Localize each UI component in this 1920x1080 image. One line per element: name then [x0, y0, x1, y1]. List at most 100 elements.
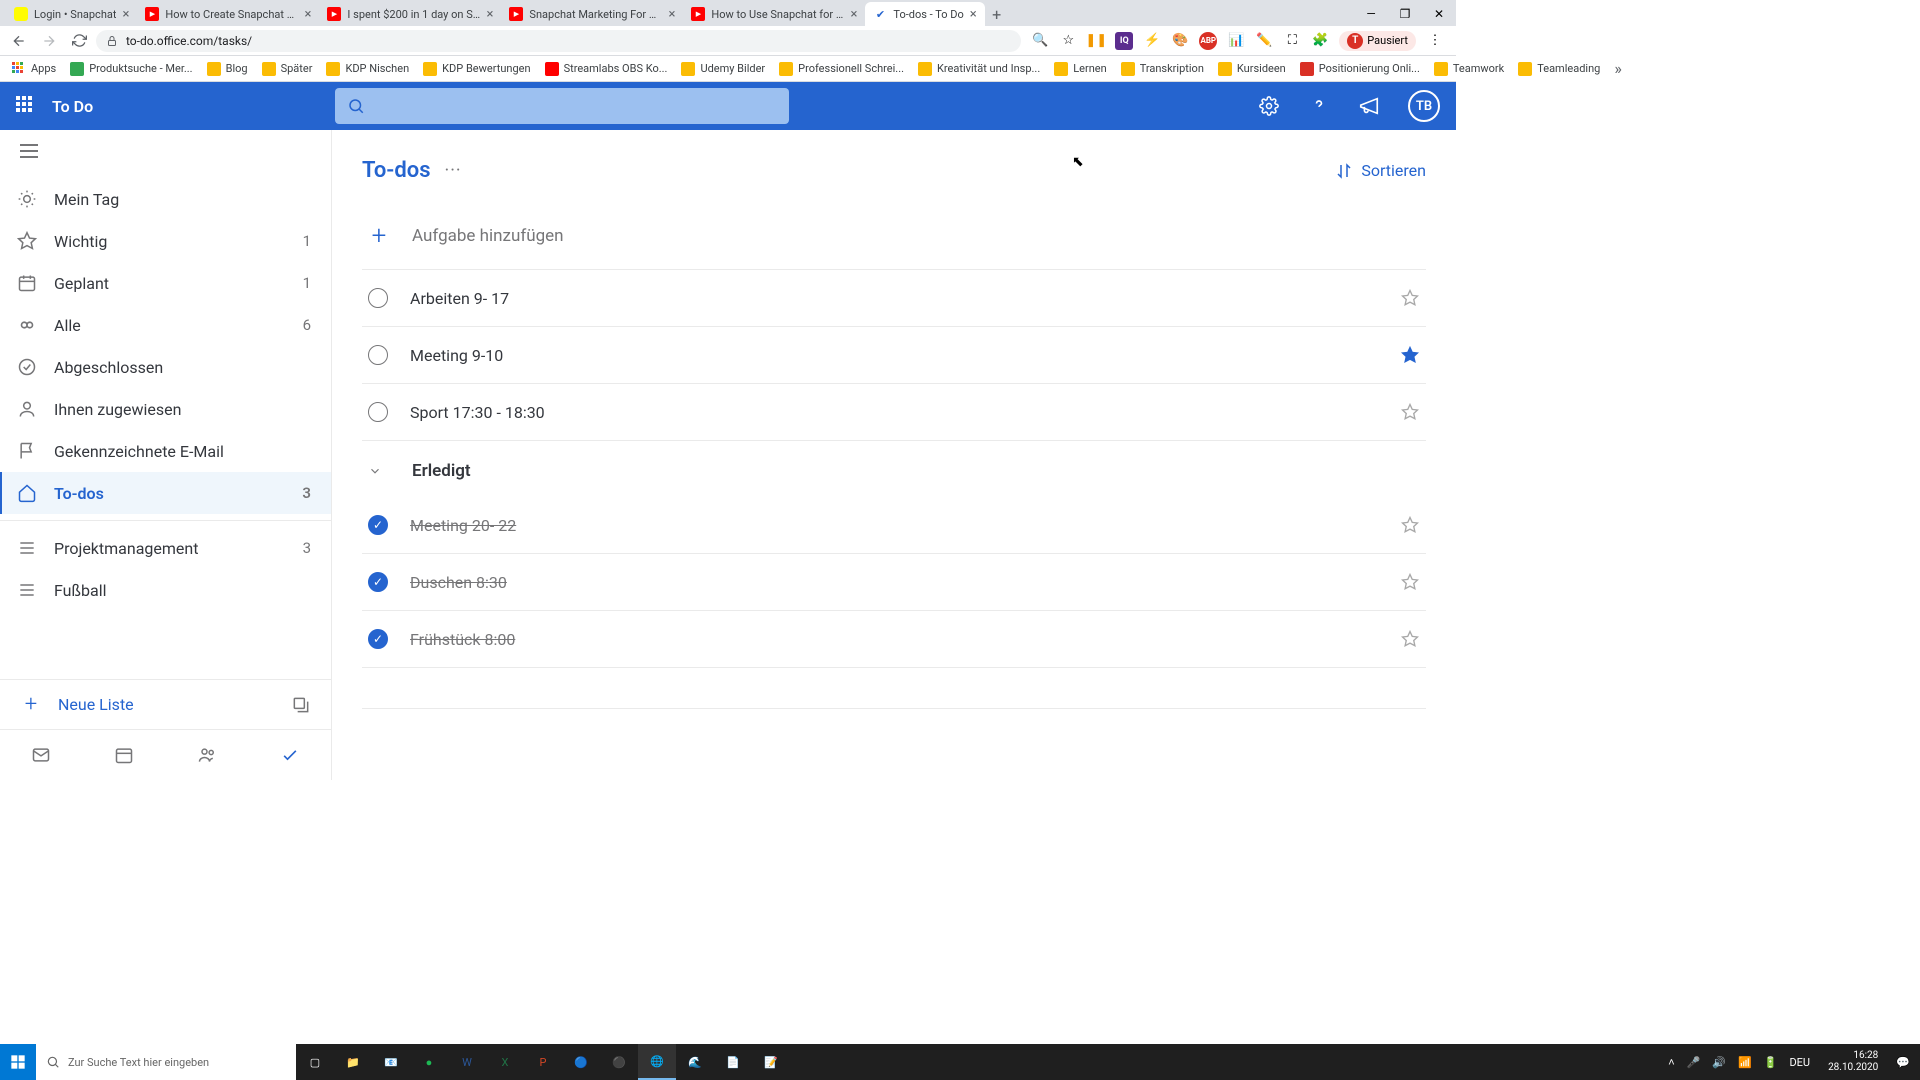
sidebar-item-my-day[interactable]: Mein Tag: [0, 178, 331, 220]
completed-section-toggle[interactable]: Erledigt: [362, 441, 1426, 497]
bookmark-item[interactable]: KDP Nischen: [320, 59, 415, 79]
list-options-button[interactable]: ···: [445, 160, 462, 181]
extension-icon[interactable]: IQ: [1115, 32, 1133, 50]
new-tab-button[interactable]: +: [985, 2, 1009, 26]
tab-snapchat[interactable]: Login • Snapchat ×: [6, 2, 137, 26]
app-launcher-button[interactable]: [16, 96, 36, 116]
taskbar-app-mail[interactable]: 📧: [372, 1044, 410, 1080]
calendar-button[interactable]: [113, 744, 135, 766]
close-window-button[interactable]: ✕: [1422, 2, 1456, 26]
toggle-sidebar-button[interactable]: [0, 142, 331, 160]
apps-button[interactable]: Apps: [6, 59, 62, 79]
taskbar-app-word[interactable]: W: [448, 1044, 486, 1080]
taskbar-app-edge[interactable]: 🌊: [676, 1044, 714, 1080]
bookmark-item[interactable]: Teamleading: [1512, 59, 1606, 79]
fullscreen-icon[interactable]: ⛶: [1283, 32, 1301, 50]
bookmark-item[interactable]: Transkription: [1115, 59, 1210, 79]
close-icon[interactable]: ×: [850, 7, 857, 22]
tray-volume-icon[interactable]: 🔊: [1712, 1056, 1726, 1069]
bookmark-item[interactable]: Positionierung Onli...: [1294, 59, 1426, 79]
tray-wifi-icon[interactable]: 📶: [1738, 1056, 1752, 1069]
star-button[interactable]: [1400, 629, 1420, 649]
close-icon[interactable]: ×: [122, 7, 129, 22]
sidebar-item-all[interactable]: Alle 6: [0, 304, 331, 346]
zoom-icon[interactable]: 🔍: [1031, 32, 1049, 50]
sidebar-item-flagged-email[interactable]: Gekennzeichnete E-Mail: [0, 430, 331, 472]
task-checkbox[interactable]: [368, 288, 388, 308]
chrome-menu-button[interactable]: ⋮: [1426, 32, 1444, 50]
task-checkbox-checked[interactable]: ✓: [368, 572, 388, 592]
bookmark-item[interactable]: Produktsuche - Mer...: [64, 59, 198, 79]
tray-clock[interactable]: 16:28 28.10.2020: [1822, 1050, 1884, 1074]
sidebar-list-projektmanagement[interactable]: Projektmanagement 3: [0, 527, 331, 569]
task-row[interactable]: ✓ Frühstück 8:00: [362, 611, 1426, 668]
help-button[interactable]: [1308, 95, 1330, 117]
announcements-button[interactable]: [1358, 95, 1380, 117]
taskbar-app-notepad[interactable]: 📄: [714, 1044, 752, 1080]
bookmark-item[interactable]: Kursideen: [1212, 59, 1292, 79]
close-icon[interactable]: ×: [970, 7, 977, 22]
star-button[interactable]: [1400, 572, 1420, 592]
tray-battery-icon[interactable]: 🔋: [1764, 1056, 1778, 1069]
task-row[interactable]: ✓ Duschen 8:30: [362, 554, 1426, 611]
forward-button[interactable]: [36, 28, 62, 54]
mail-button[interactable]: [30, 744, 52, 766]
task-row[interactable]: Arbeiten 9- 17: [362, 270, 1426, 327]
taskbar-app-chrome[interactable]: 🌐: [638, 1044, 676, 1080]
extension-icon[interactable]: 🎨: [1171, 32, 1189, 50]
bookmark-item[interactable]: Später: [256, 59, 319, 79]
task-row[interactable]: Sport 17:30 - 18:30: [362, 384, 1426, 441]
bookmark-item[interactable]: KDP Bewertungen: [417, 59, 536, 79]
people-button[interactable]: [196, 744, 218, 766]
sidebar-item-assigned[interactable]: Ihnen zugewiesen: [0, 388, 331, 430]
url-field[interactable]: to-do.office.com/tasks/: [96, 30, 1021, 52]
minimize-button[interactable]: —: [1354, 2, 1388, 26]
adblock-icon[interactable]: ABP: [1199, 32, 1217, 50]
bookmark-item[interactable]: Professionell Schrei...: [773, 59, 910, 79]
maximize-button[interactable]: ❐: [1388, 2, 1422, 26]
sidebar-item-important[interactable]: Wichtig 1: [0, 220, 331, 262]
new-list-button[interactable]: + Neue Liste: [0, 679, 331, 729]
sidebar-item-todos[interactable]: To-dos 3: [0, 472, 331, 514]
close-icon[interactable]: ×: [304, 7, 311, 22]
windows-search-input[interactable]: Zur Suche Text hier eingeben: [36, 1044, 296, 1080]
bookmark-item[interactable]: Blog: [201, 59, 254, 79]
task-view-button[interactable]: ▢: [296, 1044, 334, 1080]
extensions-menu-icon[interactable]: 🧩: [1311, 32, 1329, 50]
close-icon[interactable]: ×: [486, 7, 493, 22]
star-button[interactable]: [1400, 345, 1420, 365]
profile-button[interactable]: T Pausiert: [1339, 31, 1416, 51]
task-row[interactable]: Meeting 9-10: [362, 327, 1426, 384]
tray-language[interactable]: DEU: [1789, 1056, 1810, 1069]
bookmark-item[interactable]: Streamlabs OBS Ko...: [539, 59, 674, 79]
tab-todo[interactable]: ✔ To-dos - To Do ×: [865, 2, 984, 26]
start-button[interactable]: [0, 1044, 36, 1080]
account-avatar[interactable]: TB: [1408, 90, 1440, 122]
task-row[interactable]: ✓ Meeting 20- 22: [362, 497, 1426, 554]
tray-notifications-button[interactable]: 💬: [1896, 1056, 1910, 1069]
star-button[interactable]: [1400, 515, 1420, 535]
reload-button[interactable]: [66, 28, 92, 54]
task-checkbox-checked[interactable]: ✓: [368, 515, 388, 535]
task-checkbox[interactable]: [368, 345, 388, 365]
sort-button[interactable]: Sortieren: [1335, 161, 1426, 180]
extension-icon[interactable]: ⚡: [1143, 32, 1161, 50]
taskbar-app-excel[interactable]: X: [486, 1044, 524, 1080]
tab-youtube-1[interactable]: ▶ How to Create Snapchat Ads - S ×: [137, 2, 319, 26]
back-button[interactable]: [6, 28, 32, 54]
taskbar-app-obs[interactable]: ⚫: [600, 1044, 638, 1080]
new-group-button[interactable]: [291, 695, 311, 715]
taskbar-app-powerpoint[interactable]: P: [524, 1044, 562, 1080]
extension-icon[interactable]: ❚❚: [1087, 32, 1105, 50]
star-button[interactable]: [1400, 288, 1420, 308]
extension-icon[interactable]: ✏️: [1255, 32, 1273, 50]
bookmark-item[interactable]: Teamwork: [1428, 59, 1510, 79]
bookmark-item[interactable]: Kreativität und Insp...: [912, 59, 1046, 79]
sidebar-list-fussball[interactable]: Fußball: [0, 569, 331, 611]
bookmark-overflow-button[interactable]: »: [1608, 59, 1628, 78]
bookmark-star-icon[interactable]: ☆: [1059, 32, 1077, 50]
taskbar-app[interactable]: 🔵: [562, 1044, 600, 1080]
bookmark-item[interactable]: Lernen: [1048, 59, 1112, 79]
taskbar-app-spotify[interactable]: ●: [410, 1044, 448, 1080]
taskbar-app-explorer[interactable]: 📁: [334, 1044, 372, 1080]
